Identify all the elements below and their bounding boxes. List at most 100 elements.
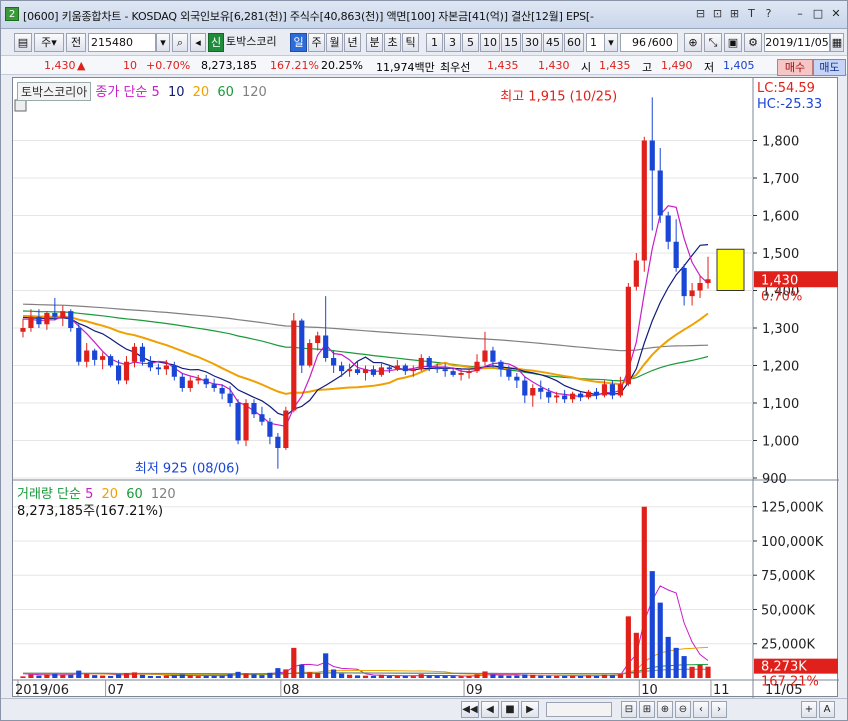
volume-bar [530, 674, 536, 678]
minute-45[interactable]: 45 [543, 33, 563, 52]
volume-bar [84, 673, 90, 678]
minute-10[interactable]: 10 [480, 33, 500, 52]
minute-30[interactable]: 30 [522, 33, 542, 52]
help-icon[interactable]: ? [761, 6, 776, 22]
grid-icon[interactable]: ⊞ [727, 6, 742, 22]
stop-button[interactable]: ■ [501, 701, 519, 718]
zoom-in-status-icon[interactable]: ⊕ [657, 701, 673, 718]
layout-icon-status[interactable]: ⊟ [621, 701, 637, 718]
volume-bar [617, 674, 623, 678]
date-label: 2019/06 [15, 683, 69, 698]
minute-15[interactable]: 15 [501, 33, 521, 52]
amount-value: 11,974백만 [376, 61, 435, 74]
minute-5[interactable]: 5 [462, 33, 479, 52]
period-type-select[interactable]: 주▾ [34, 33, 64, 52]
chart-canvas[interactable]: 1,8001,7001,6001,5001,4001,3001,2001,100… [13, 78, 839, 698]
scroll-right-icon[interactable]: › [711, 701, 727, 718]
date-label: 07 [108, 683, 125, 698]
zoom-slider[interactable] [546, 702, 612, 717]
bid-price: 1,430 [538, 59, 570, 72]
tab-year[interactable]: 년 [344, 33, 361, 52]
font-icon[interactable]: A [819, 701, 835, 718]
add-icon[interactable]: + [801, 701, 817, 718]
date-label: 11 [713, 683, 730, 698]
settings-icon[interactable]: ⚙ [744, 33, 762, 52]
tab-minute[interactable]: 분 [366, 33, 383, 52]
scroll-left-icon[interactable]: ‹ [693, 701, 709, 718]
chart-area[interactable]: 1,800 1,700 1,600 1,500 1,400 1,300 1,200 1,100… [12, 77, 839, 698]
code-dropdown-icon[interactable]: ▾ [156, 33, 170, 52]
stock-tag[interactable]: 토박스코리아 [17, 82, 92, 101]
unit-dropdown-icon[interactable]: ▾ [604, 33, 618, 52]
calendar-icon[interactable]: ▦ [830, 33, 844, 52]
open-label: 시 [581, 61, 592, 74]
candle-body [44, 313, 50, 325]
minute-60[interactable]: 60 [564, 33, 584, 52]
tab-day[interactable]: 일 [290, 33, 307, 52]
window-icon[interactable]: ⊡ [710, 6, 725, 22]
volume-bar [410, 676, 416, 678]
candle-body [275, 436, 281, 448]
candle-body [211, 384, 217, 388]
volume-bar [665, 636, 671, 678]
turnover-value: 20.25% [321, 59, 363, 72]
grid-icon-status[interactable]: ⊞ [639, 701, 655, 718]
price-tick-label: 1,600 [762, 210, 799, 225]
candle-body [410, 369, 416, 372]
tab-month[interactable]: 월 [326, 33, 343, 52]
volume-ma20-line [23, 646, 709, 676]
ma10-legend: 10 [167, 85, 185, 100]
buy-button[interactable]: 매수 [777, 59, 813, 76]
tab-tick[interactable]: 틱 [402, 33, 419, 52]
sound-icon[interactable]: ◂ [190, 33, 206, 52]
candle-body [673, 241, 679, 268]
candle-body [530, 388, 536, 396]
minute-1[interactable]: 1 [426, 33, 443, 52]
scroll-prev-button[interactable]: ◀ [481, 701, 499, 718]
layout-icon[interactable]: ⊟ [693, 6, 708, 22]
scroll-next-button[interactable]: ▶ [521, 701, 539, 718]
zoom-out-status-icon[interactable]: ⊖ [675, 701, 691, 718]
volume-bar [538, 675, 544, 678]
minimize-button[interactable]: – [793, 6, 807, 22]
new-badge[interactable]: 신 [208, 33, 224, 52]
text-icon[interactable]: T [744, 6, 759, 22]
tab-week[interactable]: 주 [308, 33, 325, 52]
sell-button[interactable]: 매도 [813, 59, 846, 76]
volume-bar [593, 675, 600, 678]
candle-body [147, 361, 154, 368]
close-button[interactable]: ✕ [829, 6, 843, 22]
candle-body [657, 170, 663, 216]
candle-body [28, 316, 34, 328]
volume-bar [554, 675, 560, 678]
price-tick-label: 1,000 [762, 435, 799, 450]
zoom-in-icon[interactable]: ⊕ [684, 33, 702, 52]
candle-body [514, 376, 520, 381]
candle-body [633, 260, 639, 287]
candle-body [577, 393, 584, 398]
prev-button[interactable]: 전 [66, 33, 86, 52]
menu-icon[interactable]: ▤ [14, 33, 32, 52]
tab-second[interactable]: 초 [384, 33, 401, 52]
line-tool-icon[interactable]: ⤡ [704, 33, 722, 52]
date-input[interactable]: 2019/11/05 [764, 33, 830, 52]
save-icon[interactable]: ▣ [724, 33, 742, 52]
maximize-button[interactable]: □ [811, 6, 825, 22]
candle-body [195, 378, 201, 381]
scroll-first-button[interactable]: ◀◀ [461, 701, 479, 718]
price-tick-label: 1,700 [762, 172, 799, 187]
candle-body [346, 369, 353, 372]
price-legend: 토박스코리아 종가 단순 5 10 20 60 120 [17, 81, 267, 101]
volume-bar [60, 674, 66, 678]
minute-3[interactable]: 3 [444, 33, 461, 52]
volume-tick-label: 25,000K [761, 638, 815, 653]
stock-code-input[interactable]: 215480 [88, 33, 156, 52]
volume-bar [315, 673, 321, 678]
search-icon[interactable]: ⌕ [172, 33, 188, 52]
count-input[interactable]: 96 [620, 33, 648, 52]
candle-body [283, 410, 289, 448]
current-pct-axis-label: 0.70% [761, 289, 802, 304]
candle-body [227, 393, 233, 403]
candle-body [450, 371, 456, 375]
current-price-axis-label: 1,430 [761, 273, 798, 288]
